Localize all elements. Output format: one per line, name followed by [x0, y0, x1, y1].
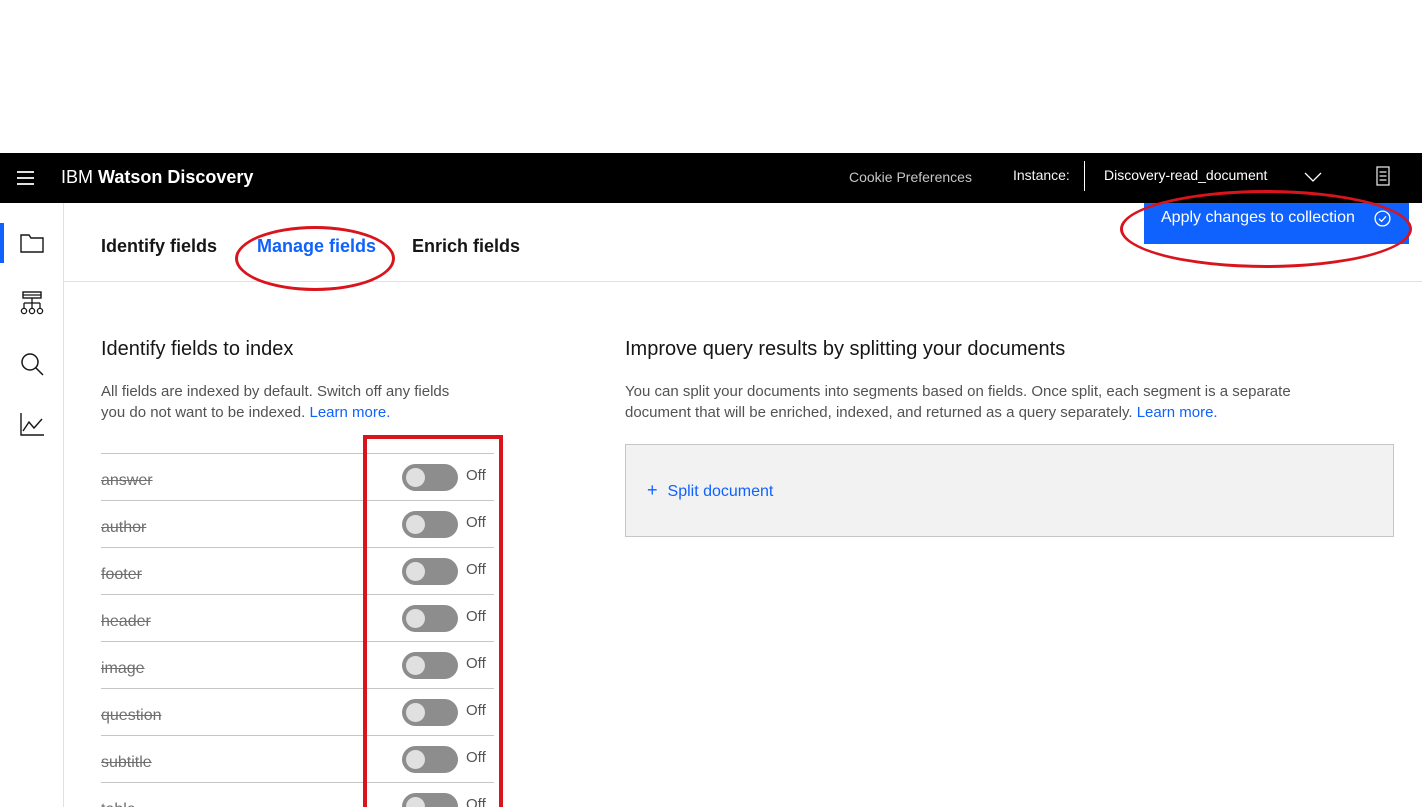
index-section-description: All fields are indexed by default. Switc…	[101, 381, 521, 423]
product-name: IBM Watson Discovery	[61, 167, 253, 188]
folder-icon[interactable]	[18, 229, 46, 257]
field-name: subtitle	[101, 754, 152, 771]
field-row: image Off	[101, 641, 494, 688]
toggle-state-label: Off	[466, 467, 486, 484]
index-desc-line-2-text: you do not want to be indexed.	[101, 404, 306, 421]
hierarchy-icon[interactable]	[18, 289, 46, 317]
split-desc-line-2: document that will be enriched, indexed,…	[625, 402, 1405, 423]
tab-identify-fields[interactable]: Identify fields	[101, 236, 217, 257]
apply-changes-label: Apply changes to collection	[1161, 209, 1355, 226]
plus-icon: +	[647, 480, 658, 500]
toggle-knob	[406, 562, 425, 581]
field-index-list: answer Off author Off footer Off header …	[101, 453, 494, 807]
field-row: table Off	[101, 782, 494, 807]
index-toggle[interactable]	[402, 605, 458, 632]
toggle-knob	[406, 797, 425, 807]
split-desc-line-1: You can split your documents into segmen…	[625, 383, 1291, 400]
split-document-button[interactable]: + Split document	[647, 480, 773, 501]
field-row: header Off	[101, 594, 494, 641]
index-desc-line-1: All fields are indexed by default. Switc…	[101, 383, 450, 400]
search-icon[interactable]	[18, 350, 46, 378]
split-section-title: Improve query results by splitting your …	[625, 338, 1066, 360]
chart-line-icon[interactable]	[18, 410, 46, 438]
brand-prefix: IBM	[61, 167, 94, 187]
field-name: author	[101, 519, 147, 536]
index-toggle[interactable]	[402, 464, 458, 491]
split-learn-more-link[interactable]: Learn more.	[1137, 404, 1218, 421]
toggle-knob	[406, 609, 425, 628]
field-name: image	[101, 660, 145, 677]
toggle-state-label: Off	[466, 749, 486, 766]
instance-label: Instance:	[1013, 167, 1070, 183]
field-name: answer	[101, 472, 153, 489]
left-navigation-rail	[0, 203, 64, 807]
brand-product: Watson Discovery	[98, 167, 254, 187]
field-row: author Off	[101, 500, 494, 547]
split-document-label: Split document	[667, 483, 774, 500]
split-desc-line-2-text: document that will be enriched, indexed,…	[625, 404, 1133, 421]
toggle-state-label: Off	[466, 796, 486, 807]
index-section-title: Identify fields to index	[101, 338, 294, 360]
top-navigation-bar: IBM Watson Discovery Cookie Preferences …	[0, 153, 1422, 203]
toggle-state-label: Off	[466, 514, 486, 531]
split-document-panel: + Split document	[625, 444, 1394, 537]
field-name: header	[101, 613, 151, 630]
instance-value: Discovery-read_document	[1104, 167, 1268, 183]
index-toggle[interactable]	[402, 699, 458, 726]
field-name: footer	[101, 566, 142, 583]
field-row: footer Off	[101, 547, 494, 594]
index-toggle[interactable]	[402, 793, 458, 807]
chevron-down-icon	[1304, 172, 1322, 182]
split-section-description: You can split your documents into segmen…	[625, 381, 1405, 423]
index-toggle[interactable]	[402, 558, 458, 585]
index-toggle[interactable]	[402, 652, 458, 679]
field-row: question Off	[101, 688, 494, 735]
apply-changes-button[interactable]: Apply changes to collection	[1144, 203, 1409, 244]
index-desc-line-2: you do not want to be indexed. Learn mor…	[101, 402, 521, 423]
instance-divider	[1084, 161, 1085, 191]
cookie-preferences-link[interactable]: Cookie Preferences	[849, 169, 972, 185]
index-toggle[interactable]	[402, 511, 458, 538]
instance-dropdown[interactable]: Discovery-read_document	[1092, 153, 1342, 203]
field-name: question	[101, 707, 162, 724]
document-icon[interactable]	[1375, 166, 1391, 186]
toggle-knob	[406, 703, 425, 722]
toggle-knob	[406, 515, 425, 534]
toggle-state-label: Off	[466, 655, 486, 672]
toggle-state-label: Off	[466, 702, 486, 719]
toggle-state-label: Off	[466, 608, 486, 625]
field-name: table	[101, 801, 136, 807]
checkmark-circle-icon	[1374, 210, 1391, 227]
index-learn-more-link[interactable]: Learn more.	[310, 404, 391, 421]
toggle-knob	[406, 750, 425, 769]
toggle-knob	[406, 468, 425, 487]
toggle-knob	[406, 656, 425, 675]
tab-manage-fields[interactable]: Manage fields	[257, 236, 376, 257]
tab-enrich-fields[interactable]: Enrich fields	[412, 236, 520, 257]
index-toggle[interactable]	[402, 746, 458, 773]
rail-active-indicator	[0, 223, 4, 263]
field-row: subtitle Off	[101, 735, 494, 782]
field-row: answer Off	[101, 453, 494, 500]
toggle-state-label: Off	[466, 561, 486, 578]
hamburger-menu-icon[interactable]	[16, 167, 36, 189]
